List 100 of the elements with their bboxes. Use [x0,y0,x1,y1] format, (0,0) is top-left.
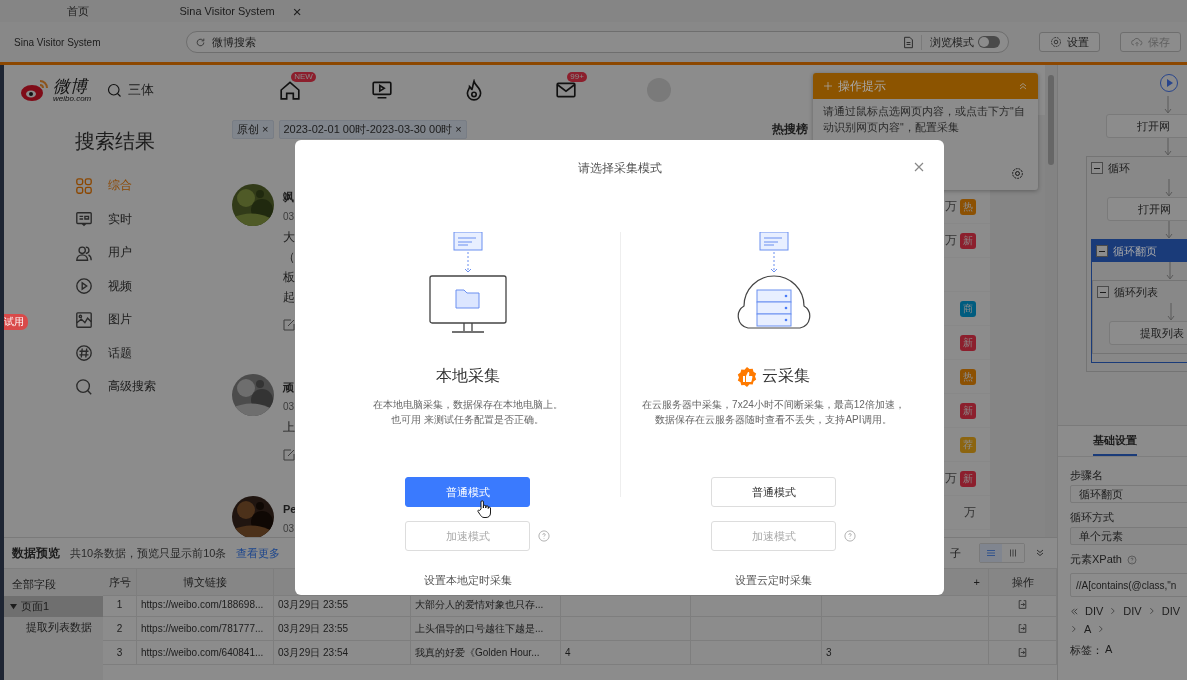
tree-item[interactable]: 提取列表数据 [4,617,103,638]
path-segment[interactable]: A [1084,623,1092,635]
post-date: 03 [283,400,295,414]
settings-tab[interactable]: 基础设置 [1093,426,1137,456]
filter-tag[interactable]: 原创 × [232,120,274,139]
mode-button[interactable]: 普通模式 [711,477,836,507]
help-icon[interactable] [538,530,550,542]
workflow-step[interactable]: 打开网 [1107,197,1187,221]
heat-count: 万 [945,232,957,249]
hot-badge: 新 [960,232,976,249]
category-item[interactable]: 实时 [75,202,132,236]
cloud-upload-icon [1131,36,1143,48]
table-cell: 上头倡导的口号越往下越是... [411,617,561,641]
settings-icon[interactable] [1011,167,1024,180]
logo-subtitle: weibo.com [53,94,92,103]
author-name[interactable]: Pe [283,501,297,517]
list-view-button[interactable] [980,544,1002,562]
table-cell: 2 [103,617,137,641]
filter-tag[interactable]: 2023-02-01 00时-2023-03-30 00时 × [278,120,467,139]
double-chevron-icon[interactable] [1070,606,1079,616]
column-header: 操作 [989,569,1057,596]
mode-title: 云采集 [762,366,810,386]
path-segment[interactable]: DIV [1123,605,1142,617]
loop-block[interactable]: 循环翻页 循环列表 提取列表 [1091,239,1187,363]
field-label: 元素XPath [1070,552,1122,567]
post-date: 03 [283,210,295,224]
heat-count: 万 [945,198,957,215]
table-cell: 3 [103,641,137,665]
category-item[interactable]: 话题 [75,336,132,370]
heat-count: 万 [964,504,976,521]
list-icon [986,548,996,558]
collapse-icon[interactable] [1097,286,1109,298]
export-icon[interactable] [1017,647,1028,658]
loop-block[interactable]: 循环 打开网 循环翻页 循环列表 提取列表 [1086,156,1187,372]
dialog-title: 请选择采集模式 [577,159,662,177]
category-item[interactable]: 图片 [75,303,132,337]
expand-icon[interactable] [1035,548,1045,558]
workflow-step[interactable]: 提取列表 [1109,321,1187,345]
loop-title: 循环 [1108,160,1130,176]
search-query[interactable]: 三体 [128,81,155,99]
collapse-icon[interactable] [1096,245,1108,257]
author-name[interactable]: 顽 [283,379,295,395]
play-icon[interactable] [1159,73,1179,93]
help-icon[interactable] [844,530,856,542]
mode-title: 本地采集 [435,366,500,386]
category-item[interactable]: 视频 [75,269,132,303]
image-icon [75,310,93,329]
workflow-step[interactable]: 打开网 [1106,114,1187,138]
export-icon[interactable] [1017,599,1028,610]
hot-badge: 热 [960,368,976,385]
edit-icon[interactable] [283,319,295,331]
loop-mode-select[interactable]: 单个元素 [1070,527,1187,545]
view-more-link[interactable]: 查看更多 [236,545,281,561]
author-name[interactable]: 飒 [283,189,295,205]
tag-value: A [1105,643,1113,657]
tag-label: 标签： [1070,643,1103,658]
toggle-switch[interactable] [978,36,1000,48]
schedule-link[interactable]: 设置本地定时采集 [423,573,512,588]
export-icon[interactable] [1017,623,1028,634]
collapse-icon[interactable] [1091,162,1103,174]
table-cell: 03月29日 23:55 [274,617,411,641]
mode-description: 也可用 来测试任务配置是否正确。 [391,413,544,427]
play-icon [75,277,93,296]
scrollbar[interactable] [1045,65,1057,537]
add-column-button[interactable]: + [973,576,980,588]
mode-description: 在本地电脑采集，数据保存在本地电脑上。 [372,398,563,412]
path-segment[interactable]: DIV [1085,605,1104,617]
xpath-field[interactable]: //A[contains(@class,"n [1070,573,1187,597]
connector-arrow [1165,221,1173,239]
loop-title: 循环列表 [1114,284,1158,300]
page-title: Sina Visitor System [14,36,102,48]
settings-button[interactable]: 设置 [1039,32,1100,52]
trial-tag[interactable]: 试用 [4,314,28,330]
step-name-field[interactable]: 循环翻页 [1070,485,1187,503]
home-icon[interactable] [279,79,302,101]
edit-icon[interactable] [283,449,295,461]
browser-tab[interactable]: Sina Visitor System × [155,0,310,22]
grid-icon [75,176,93,195]
table-cell: https://weibo.com/640841... [137,641,274,665]
close-icon[interactable] [914,162,924,172]
column-header: 序号 [103,569,137,596]
browser-tab[interactable]: 首页 [0,0,155,22]
hand-cursor-icon [477,500,491,518]
table-cell: https://weibo.com/188698... [137,593,274,617]
video-icon[interactable] [371,79,394,101]
category-item[interactable]: 高级搜索 [75,370,156,404]
hint-text: 请通过鼠标点选网页内容，或点击下方"自动识别网页内容"，配置采集 [822,104,1026,135]
schedule-link[interactable]: 设置云定时采集 [735,573,812,588]
loop-block[interactable]: 循环列表 提取列表 [1092,280,1187,354]
path-segment[interactable]: DIV [1161,605,1181,617]
close-icon[interactable]: × [292,2,302,20]
category-item[interactable]: 用户 [75,236,132,270]
tree-item[interactable]: 页面1 [4,596,103,617]
hot-badge: 新 [960,402,976,419]
address-bar[interactable]: 微博搜索 浏览模式 [186,31,1009,53]
post-text: 起 [283,289,295,305]
post-text: 上 [283,419,295,435]
connector-arrow [1165,179,1173,197]
caret-icon[interactable] [10,603,17,610]
mode-button[interactable]: 普通模式 [405,477,530,507]
